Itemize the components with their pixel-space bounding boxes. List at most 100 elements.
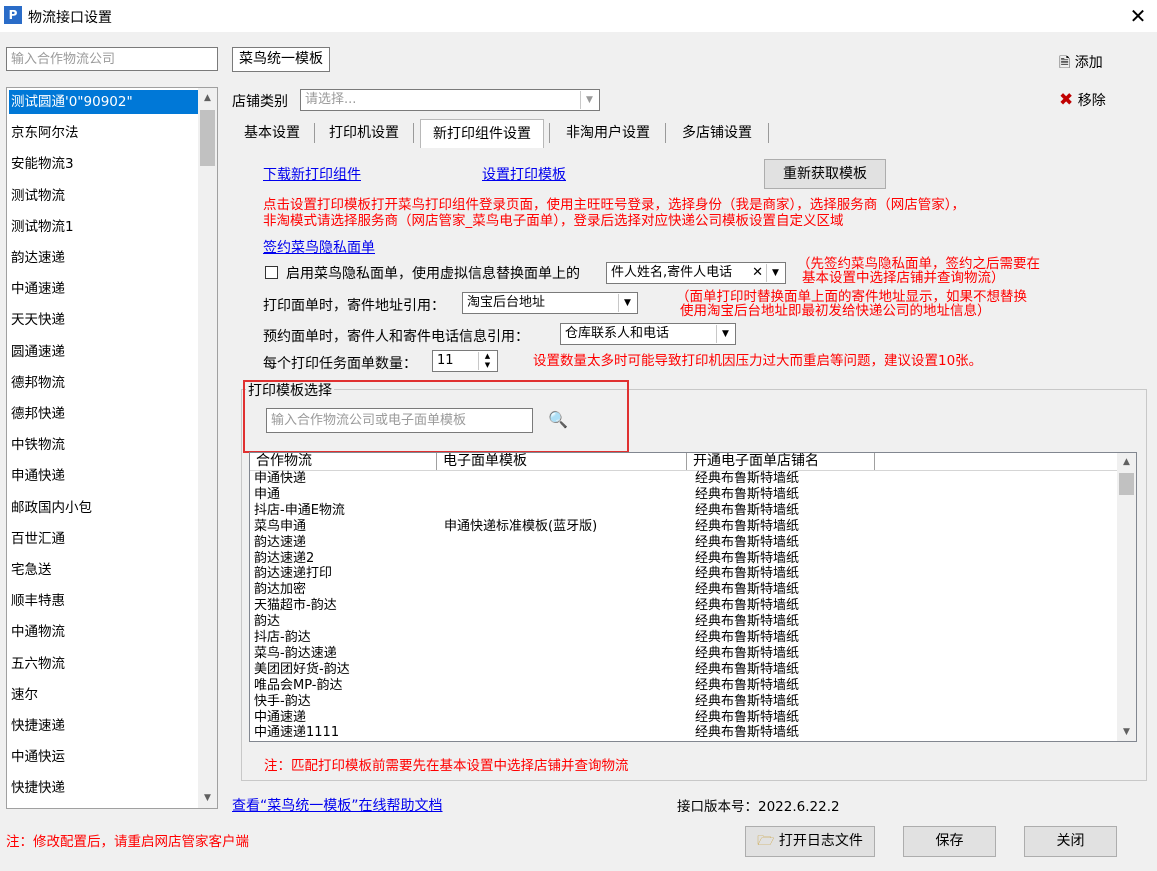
privacy-fields-select[interactable]: 件人姓名,寄件人电话 ✕ ▼ [606, 262, 786, 284]
tab-separator [665, 123, 666, 143]
refresh-template-button[interactable]: 重新获取模板 [764, 159, 886, 189]
add-button[interactable]: 🗎 添加 [1059, 52, 1103, 76]
table-row[interactable]: 快手-韵达 经典布鲁斯特墙纸 [250, 693, 1118, 709]
setup-template-link[interactable]: 设置打印模板 [482, 164, 566, 184]
list-item[interactable]: 快捷速递 [9, 714, 199, 738]
list-item[interactable]: 申通快递 [9, 464, 199, 488]
table-row[interactable]: 菜鸟-韵达速递 经典布鲁斯特墙纸 [250, 645, 1118, 661]
shop-type-select[interactable]: 请选择... ▼ [300, 89, 600, 111]
list-item[interactable]: 中通速递 [9, 277, 199, 301]
save-button[interactable]: 保存 [903, 826, 996, 857]
folder-icon: 🗁 [757, 833, 775, 849]
table-row[interactable]: 申通快递 经典布鲁斯特墙纸 [250, 472, 1118, 485]
template-search-input[interactable] [266, 408, 533, 433]
template-name-field: 菜鸟统一模板 [232, 47, 330, 72]
close-icon[interactable]: ✕ [1123, 2, 1153, 30]
tab-basic-settings[interactable]: 基本设置 [232, 118, 312, 148]
list-item[interactable]: 安能物流3 [9, 152, 199, 176]
carrier-list[interactable]: 快捷快递 中通快运 快捷速递 速尔 五六物流 中通物流 顺丰特惠 宅急送 百世汇通 邮政国内小包申… [6, 87, 218, 809]
scroll-up-icon[interactable]: ▲ [198, 88, 217, 108]
cell-shop: 经典布鲁斯特墙纸 [695, 598, 800, 614]
cell-carrier: 韵达速递2 [254, 550, 315, 566]
table-row[interactable]: 天猫超市-韵达 经典布鲁斯特墙纸 [250, 598, 1118, 614]
search-icon[interactable]: 🔍 [548, 410, 568, 429]
count-value: 11 [437, 353, 454, 368]
cell-carrier: 中通速递1111 [254, 725, 340, 741]
remove-label: 移除 [1077, 93, 1106, 109]
list-item[interactable]: 顺丰特惠 [9, 589, 199, 613]
scrollbar-thumb[interactable] [200, 110, 215, 166]
tab-separator [314, 123, 315, 143]
scrollbar-thumb[interactable] [1119, 473, 1134, 495]
table-row[interactable]: 韵达加密 经典布鲁斯特墙纸 [250, 583, 1118, 596]
cell-carrier: 菜鸟-韵达速递 [254, 645, 337, 661]
document-icon: 🗎 [1059, 55, 1071, 71]
clear-x-icon[interactable]: ✕ [752, 263, 763, 283]
scroll-down-icon[interactable]: ▼ [1117, 723, 1136, 741]
column-header-shop[interactable]: 开通电子面单店铺名 [687, 453, 875, 470]
carrier-list-scrollbar[interactable]: ▲ ▼ [198, 88, 217, 808]
list-item[interactable]: 中铁物流 [9, 433, 199, 457]
list-item[interactable]: 韵达速递 [9, 246, 199, 270]
table-row[interactable]: 中通速递1111 经典布鲁斯特墙纸 [250, 725, 1118, 741]
tab-multi-shop[interactable]: 多店铺设置 [669, 118, 765, 148]
scroll-up-icon[interactable]: ▲ [1117, 453, 1136, 471]
sender-address-select[interactable]: 淘宝后台地址 ▼ [462, 292, 638, 314]
list-item[interactable]: 测试物流1 [9, 215, 199, 239]
list-item[interactable]: 德邦物流 [9, 371, 199, 395]
cell-carrier: 快手-韵达 [254, 693, 311, 709]
tab-printer-settings[interactable]: 打印机设置 [318, 118, 410, 148]
download-component-link[interactable]: 下载新打印组件 [263, 164, 361, 184]
list-item[interactable]: 五六物流 [9, 652, 199, 676]
list-item[interactable]: 测试物流 [9, 184, 199, 208]
list-item[interactable]: 速尔 [9, 683, 199, 707]
list-item[interactable]: 德邦快递 [9, 402, 199, 426]
list-item[interactable]: 邮政国内小包 [9, 496, 199, 520]
privacy-note-line-2: 基本设置中选择店铺并查询物流） [802, 270, 1005, 286]
cell-shop: 经典布鲁斯特墙纸 [695, 566, 800, 582]
list-item[interactable]: 天天快递 [9, 308, 199, 332]
sender-address-label: 打印面单时，寄件地址引用： [263, 298, 445, 314]
cell-carrier: 菜鸟申通 [254, 518, 307, 534]
tab-non-taobao-users[interactable]: 非淘用户设置 [553, 118, 663, 148]
app-icon: P [4, 6, 22, 24]
cell-carrier: 韵达 [254, 614, 281, 630]
count-stepper[interactable]: 11 ▲ ▼ [432, 350, 498, 372]
template-table[interactable]: 合作物流 电子面单模板 开通电子面单店铺名 ▲ ▼ 申通快递 经典布鲁斯特墙纸 申通… [249, 452, 1137, 742]
table-row[interactable]: 菜鸟申通 申通快递标准模板(蓝牙版) 经典布鲁斯特墙纸 [250, 518, 1118, 534]
list-item[interactable]: 京东阿尔法 [9, 121, 199, 145]
carrier-search-input[interactable] [6, 47, 218, 71]
table-row[interactable]: 美团团好货-韵达 经典布鲁斯特墙纸 [250, 663, 1118, 676]
table-row[interactable]: 唯品会MP-韵达 经典布鲁斯特墙纸 [250, 679, 1118, 692]
table-row[interactable]: 抖店-韵达 经典布鲁斯特墙纸 [250, 630, 1118, 645]
tab-new-print-component[interactable]: 新打印组件设置 [420, 119, 544, 148]
table-row[interactable]: 韵达 经典布鲁斯特墙纸 [250, 614, 1118, 630]
privacy-checkbox[interactable] [265, 266, 278, 279]
column-header-template[interactable]: 电子面单模板 [437, 453, 687, 470]
help-doc-link[interactable]: 查看“菜鸟统一模板”在线帮助文档 [232, 795, 443, 815]
spin-arrows-icon[interactable]: ▲ ▼ [478, 352, 496, 370]
table-row[interactable]: 中通速递 经典布鲁斯特墙纸 [250, 711, 1118, 724]
list-item[interactable]: 圆通速递 [9, 340, 199, 364]
list-item[interactable]: 宅急送 [9, 558, 199, 582]
table-scrollbar[interactable]: ▲ ▼ [1117, 453, 1136, 741]
open-log-button[interactable]: 🗁 打开日志文件 [745, 826, 875, 857]
sign-privacy-link[interactable]: 签约菜鸟隐私面单 [263, 237, 375, 257]
table-row[interactable]: 韵达速递2 经典布鲁斯特墙纸 [250, 550, 1118, 566]
list-item[interactable]: 中通快运 [9, 745, 199, 769]
list-item[interactable]: 快捷快递 [9, 776, 199, 800]
reserve-contact-select[interactable]: 仓库联系人和电话 ▼ [560, 323, 736, 345]
scroll-down-icon[interactable]: ▼ [198, 788, 217, 808]
table-row[interactable]: 申通 经典布鲁斯特墙纸 [250, 488, 1118, 501]
remove-button[interactable]: ✖ 移除 [1059, 90, 1106, 110]
table-row[interactable]: 抖店-申通E物流 经典布鲁斯特墙纸 [250, 504, 1118, 517]
open-log-label: 打开日志文件 [778, 833, 863, 849]
table-row[interactable]: 韵达速递 经典布鲁斯特墙纸 [250, 536, 1118, 549]
list-item[interactable]: 百世汇通 [9, 527, 199, 551]
table-row[interactable]: 韵达速递打印 经典布鲁斯特墙纸 [250, 566, 1118, 582]
column-header-carrier[interactable]: 合作物流 [250, 453, 437, 470]
cell-carrier: 抖店-韵达 [254, 630, 311, 645]
close-button[interactable]: 关闭 [1024, 826, 1117, 857]
list-item[interactable]: 测试圆通'0"90902" [9, 90, 199, 114]
list-item[interactable]: 中通物流 [9, 620, 199, 644]
